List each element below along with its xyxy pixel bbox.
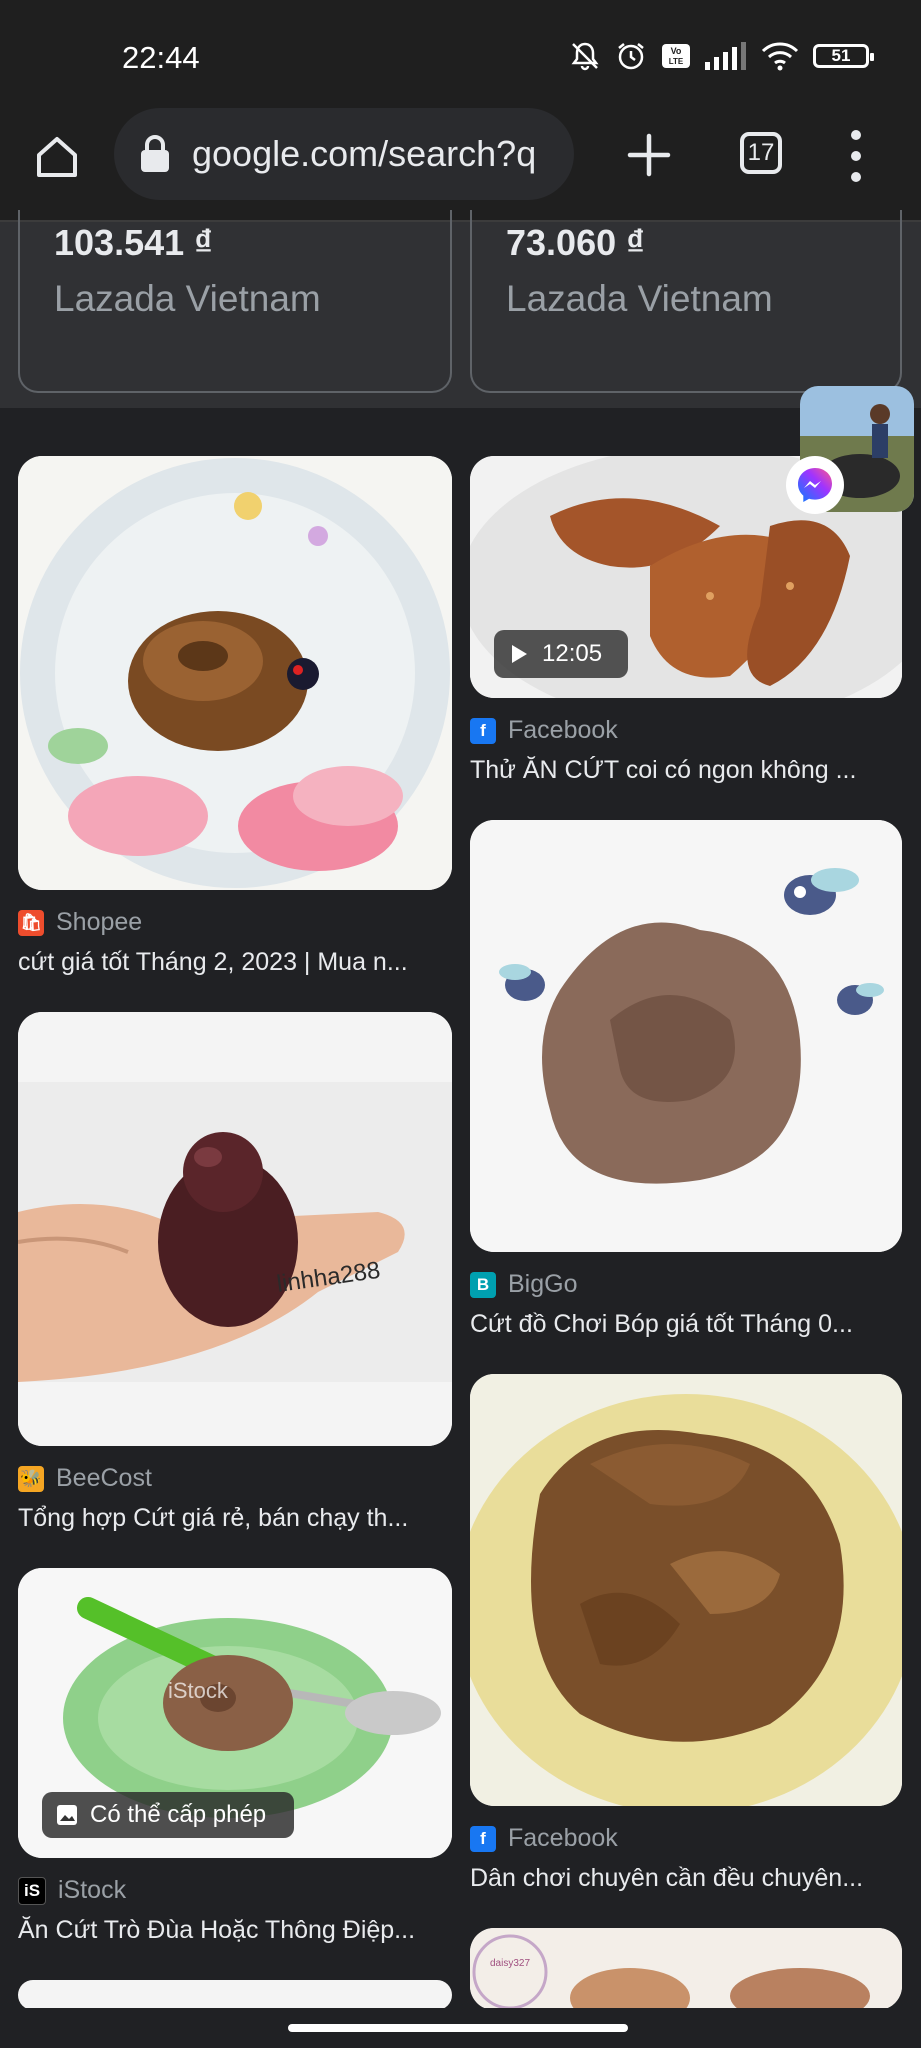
tab-switcher-button[interactable]: 17 bbox=[740, 132, 782, 174]
result-thumbnail[interactable]: linhha288 bbox=[18, 1012, 452, 1446]
result-thumbnail[interactable]: daisy327 bbox=[470, 1928, 902, 2010]
source-name: BigGo bbox=[508, 1270, 578, 1298]
browser-toolbar: google.com/search?q 17 bbox=[0, 100, 921, 222]
mute-bell-icon bbox=[571, 42, 599, 71]
result-title[interactable]: cứt giá tốt Tháng 2, 2023 | Mua n... bbox=[18, 948, 438, 977]
url-text[interactable]: google.com/search?q bbox=[192, 133, 562, 175]
volte-icon: VoLTE bbox=[662, 44, 690, 68]
wifi-icon bbox=[761, 42, 799, 71]
source-name: Facebook bbox=[508, 1824, 618, 1852]
biggo-icon: B bbox=[470, 1271, 496, 1298]
result-title[interactable]: Ăn Cứt Trò Đùa Hoặc Thông Điệp... bbox=[18, 1916, 438, 1945]
status-bar: 22:44 Vo LTE 51 bbox=[0, 0, 921, 100]
battery-icon: 51 bbox=[813, 44, 874, 68]
result-thumbnail[interactable] bbox=[470, 1374, 902, 1806]
gesture-nav-bar bbox=[0, 2008, 921, 2048]
toy-flies-image bbox=[470, 820, 902, 1252]
result-thumbnail[interactable] bbox=[18, 456, 452, 890]
price: 73.060 ₫ bbox=[506, 222, 645, 263]
result-thumbnail[interactable] bbox=[470, 820, 902, 1252]
home-icon[interactable] bbox=[34, 134, 80, 180]
svg-text:Vo: Vo bbox=[671, 46, 682, 56]
plate-image bbox=[18, 456, 452, 890]
beecost-icon: 🐝 bbox=[18, 1465, 44, 1492]
result-source[interactable]: iS iStock bbox=[18, 1876, 126, 1905]
result-source[interactable]: 🐝 BeeCost bbox=[18, 1464, 152, 1493]
merchant: Lazada Vietnam bbox=[54, 278, 321, 319]
shopping-card[interactable]: 73.060 ₫ Lazada Vietnam bbox=[470, 210, 902, 393]
image-icon bbox=[57, 1805, 77, 1825]
hand-toy-image: linhha288 bbox=[18, 1012, 452, 1446]
play-icon bbox=[512, 645, 527, 663]
shopping-results-strip: 103.541 ₫ Lazada Vietnam 73.060 ₫ Lazada… bbox=[0, 210, 921, 408]
lock-icon[interactable] bbox=[138, 134, 172, 174]
image-stamp-text: daisy327 bbox=[490, 1958, 530, 1969]
home-gesture-handle[interactable] bbox=[288, 2024, 628, 2032]
badge-label: Có thể cấp phép bbox=[90, 1801, 267, 1828]
shopee-icon: 🛍 bbox=[18, 909, 44, 936]
result-source[interactable]: f Facebook bbox=[470, 716, 618, 745]
status-icons: Vo LTE 51 bbox=[569, 40, 874, 72]
tab-count: 17 bbox=[747, 139, 775, 166]
result-title[interactable]: Cứt đồ Chơi Bóp giá tốt Tháng 0... bbox=[470, 1310, 902, 1339]
result-title[interactable]: Dân chơi chuyên cần đều chuyên... bbox=[470, 1864, 902, 1893]
partial-image: daisy327 bbox=[470, 1928, 902, 2010]
facebook-icon: f bbox=[470, 1825, 496, 1852]
istock-icon: iS bbox=[18, 1876, 46, 1905]
result-source[interactable]: 🛍 Shopee bbox=[18, 908, 142, 937]
alarm-icon bbox=[618, 43, 644, 70]
shopping-card[interactable]: 103.541 ₫ Lazada Vietnam bbox=[18, 210, 452, 393]
image-watermark: iStock bbox=[168, 1678, 229, 1703]
address-bar[interactable]: google.com/search?q bbox=[114, 108, 574, 200]
messenger-icon bbox=[786, 456, 844, 514]
source-name: iStock bbox=[58, 1876, 127, 1904]
signal-icon bbox=[705, 42, 746, 70]
video-duration-badge: 12:05 bbox=[494, 630, 628, 678]
facebook-icon: f bbox=[470, 717, 496, 744]
result-source[interactable]: f Facebook bbox=[470, 1824, 618, 1853]
price: 103.541 ₫ bbox=[54, 222, 213, 263]
overflow-menu-icon[interactable] bbox=[840, 130, 872, 182]
result-title[interactable]: Tổng hợp Cứt giá rẻ, bán chạy th... bbox=[18, 1504, 438, 1533]
dish-image bbox=[470, 1374, 902, 1806]
source-name: BeeCost bbox=[56, 1464, 152, 1492]
clock: 22:44 bbox=[122, 40, 200, 75]
result-source[interactable]: B BigGo bbox=[470, 1270, 577, 1299]
messenger-chat-head[interactable] bbox=[786, 382, 918, 522]
result-thumbnail[interactable] bbox=[18, 1980, 452, 2010]
source-name: Facebook bbox=[508, 716, 618, 744]
new-tab-icon[interactable] bbox=[624, 130, 674, 180]
svg-text:LTE: LTE bbox=[669, 57, 684, 66]
licensable-badge: Có thể cấp phép bbox=[42, 1792, 294, 1838]
merchant: Lazada Vietnam bbox=[506, 278, 773, 319]
result-title[interactable]: Thử ĂN CỨT coi có ngon không ... bbox=[470, 756, 902, 785]
duration-text: 12:05 bbox=[542, 640, 603, 667]
battery-level: 51 bbox=[831, 46, 851, 65]
source-name: Shopee bbox=[56, 908, 143, 936]
